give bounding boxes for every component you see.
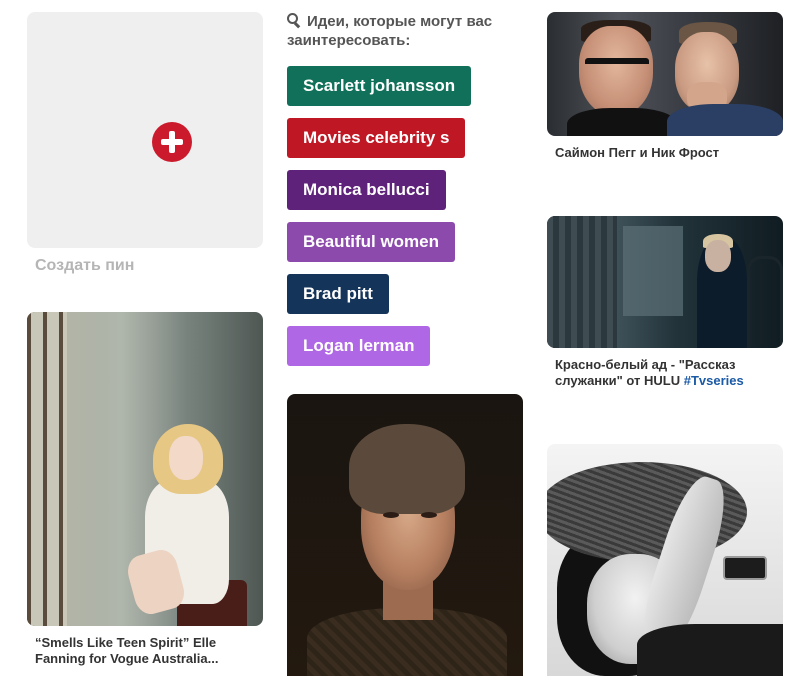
- pin-caption[interactable]: “Smells Like Teen Spirit” Elle Fanning f…: [35, 635, 255, 667]
- create-pin-card[interactable]: [27, 12, 263, 248]
- idea-chip-brad-pitt[interactable]: Brad pitt: [287, 274, 389, 314]
- ideas-heading-text: Идеи, которые могут вас заинтересовать:: [287, 13, 493, 49]
- pin-image-pegg-frost[interactable]: [547, 12, 783, 136]
- idea-chip-logan-lerman[interactable]: Logan lerman: [287, 326, 431, 366]
- idea-chip-movies-celebrity[interactable]: Movies celebrity s: [287, 118, 466, 158]
- pin-caption[interactable]: Саймон Пегг и Ник Фрост: [555, 145, 791, 161]
- ideas-heading: Идеи, которые могут вас заинтересовать:: [287, 12, 517, 50]
- idea-chip-beautiful-women[interactable]: Beautiful women: [287, 222, 456, 262]
- pin-caption[interactable]: Красно-белый ад - "Рассказ служанки" от …: [555, 357, 775, 389]
- idea-chip-scarlett-johansson[interactable]: Scarlett johansson: [287, 66, 472, 106]
- search-icon: [287, 13, 301, 27]
- hashtag-link[interactable]: #Tvseries: [684, 373, 744, 388]
- create-pin-label: Создать пин: [35, 257, 135, 274]
- pin-feed: Создать пин Идеи, которые могут вас заин…: [0, 0, 805, 676]
- pin-image-handmaids-tale[interactable]: [547, 216, 783, 348]
- idea-chip-monica-bellucci[interactable]: Monica bellucci: [287, 170, 446, 210]
- pin-image-woman-hat[interactable]: [547, 444, 783, 676]
- pin-image-portrait-man[interactable]: [287, 394, 523, 676]
- pin-image-elle-fanning[interactable]: [27, 312, 263, 626]
- add-icon[interactable]: [152, 122, 192, 162]
